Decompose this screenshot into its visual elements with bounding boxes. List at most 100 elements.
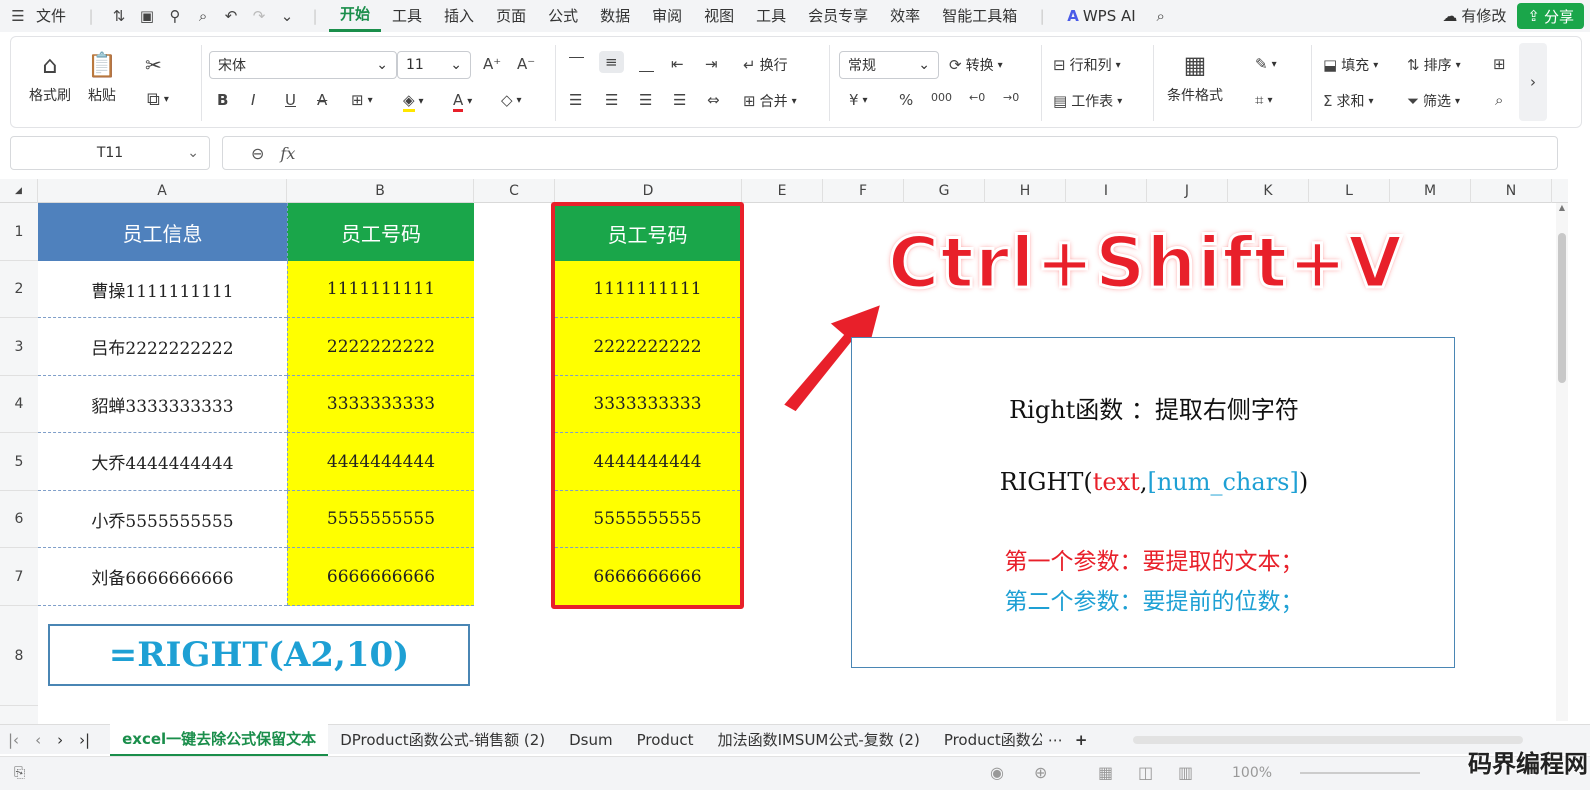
vertical-scroll-thumb[interactable]	[1558, 233, 1566, 383]
tab-home[interactable]: 开始	[329, 0, 382, 32]
align-center-button[interactable]: ☰	[605, 91, 618, 109]
cell-b1[interactable]: 员工号码	[287, 203, 474, 261]
first-sheet-button[interactable]: |‹	[0, 725, 27, 755]
more-sheets-icon[interactable]: ⋯	[1042, 725, 1069, 755]
sort-button[interactable]: ⇅ 排序 ▾	[1407, 55, 1461, 75]
wrap-button[interactable]: ↵ 换行	[743, 55, 788, 75]
search-icon[interactable]: ⌕	[1149, 4, 1173, 28]
page-break-view-icon[interactable]: ▥	[1178, 763, 1193, 782]
sheet-tab[interactable]: Product函数公式	[932, 725, 1042, 755]
zoom-icon[interactable]: ⊖	[251, 144, 264, 163]
zoom-level[interactable]: 100%	[1232, 765, 1272, 781]
more-chevron-icon[interactable]: ⌄	[275, 4, 299, 28]
find-button[interactable]: ⌕	[1495, 91, 1503, 109]
cut-button[interactable]: ✂	[145, 53, 162, 77]
next-sheet-button[interactable]: ›	[49, 725, 71, 755]
last-sheet-button[interactable]: ›|	[71, 725, 98, 755]
sheet-tab[interactable]: Product	[625, 725, 706, 755]
cell-b6[interactable]: 5555555555	[287, 491, 474, 548]
column-header[interactable]: G	[904, 179, 985, 203]
align-top-button[interactable]: ⎺	[569, 55, 584, 73]
cell-a4[interactable]: 貂蝉3333333333	[38, 376, 287, 433]
tab-tools-2[interactable]: 工具	[745, 0, 797, 32]
tab-view[interactable]: 视图	[693, 0, 745, 32]
tab-insert[interactable]: 插入	[433, 0, 485, 32]
align-right-button[interactable]: ☰	[639, 91, 652, 109]
font-color-button[interactable]: A ▾	[453, 91, 472, 112]
cell-d2[interactable]: 1111111111	[555, 261, 740, 318]
share-link-icon[interactable]: ⚲	[163, 4, 187, 28]
fx-icon[interactable]: fx	[280, 144, 295, 163]
preview-icon[interactable]: ⌕	[191, 4, 215, 28]
formula-input[interactable]: ⊖ fx	[222, 136, 1558, 170]
tab-smart-toolbox[interactable]: 智能工具箱	[931, 0, 1028, 32]
row-header[interactable]: 3	[0, 318, 38, 376]
horizontal-scrollbar[interactable]	[1133, 735, 1524, 744]
select-all-corner[interactable]: ◢	[0, 179, 38, 203]
fill-button[interactable]: ⬓ 填充 ▾	[1323, 55, 1378, 75]
cell-a1[interactable]: 员工信息	[38, 203, 287, 261]
cell-d6[interactable]: 5555555555	[555, 491, 740, 548]
row-header[interactable]: 8	[0, 606, 38, 706]
undo-icon[interactable]: ↶	[219, 4, 243, 28]
conditional-format-button[interactable]: ▦ 条件格式	[1167, 51, 1223, 105]
align-bottom-button[interactable]: ⎽	[639, 55, 654, 73]
cell-b4[interactable]: 3333333333	[287, 376, 474, 433]
indent-decrease-button[interactable]: ⇤	[671, 55, 684, 73]
row-header[interactable]: 7	[0, 548, 38, 606]
cell-a6[interactable]: 小乔5555555555	[38, 491, 287, 548]
zoom-slider[interactable]	[1300, 772, 1420, 774]
cell-b2[interactable]: 1111111111	[287, 261, 474, 318]
font-shrink-button[interactable]: A⁻	[517, 55, 535, 73]
clear-button[interactable]: ◇ ▾	[501, 91, 522, 109]
column-header[interactable]: H	[985, 179, 1066, 203]
tab-data[interactable]: 数据	[589, 0, 641, 32]
cell-d1[interactable]: 员工号码	[555, 206, 740, 261]
add-sheet-icon[interactable]: +	[1069, 725, 1094, 755]
percent-button[interactable]: %	[899, 91, 913, 109]
column-header[interactable]: I	[1066, 179, 1147, 203]
strikethrough-button[interactable]: A	[317, 91, 327, 109]
paste-button[interactable]: 📋 粘贴	[87, 51, 117, 105]
increase-decimal-button[interactable]: ←0	[969, 91, 985, 104]
column-header[interactable]: D	[555, 179, 742, 203]
tab-page[interactable]: 页面	[485, 0, 537, 32]
decrease-decimal-button[interactable]: →0	[1003, 91, 1019, 104]
cell-a7[interactable]: 刘备6666666666	[38, 548, 287, 606]
eye-protection-icon[interactable]: ◉	[990, 763, 1004, 782]
convert-button[interactable]: ⟳ 转换 ▾	[949, 55, 1003, 75]
column-header[interactable]: M	[1390, 179, 1471, 203]
prev-sheet-button[interactable]: ‹	[27, 725, 49, 755]
worksheet-button[interactable]: ▤ 工作表 ▾	[1053, 91, 1122, 111]
row-header[interactable]: 6	[0, 491, 38, 548]
filter-button[interactable]: ⏷ 筛选 ▾	[1407, 91, 1460, 111]
column-header[interactable]: C	[474, 179, 555, 203]
column-header[interactable]: J	[1147, 179, 1228, 203]
column-header[interactable]: L	[1309, 179, 1390, 203]
vertical-scrollbar[interactable]: ▲	[1556, 203, 1568, 721]
cell-style-button[interactable]: ✎ ▾	[1255, 55, 1277, 73]
cell-a5[interactable]: 大乔4444444444	[38, 433, 287, 491]
row-header[interactable]: 2	[0, 261, 38, 318]
bold-button[interactable]: B	[217, 91, 228, 109]
font-grow-button[interactable]: A⁺	[483, 55, 501, 73]
wps-ai-button[interactable]: A WPS AI	[1056, 0, 1146, 32]
justify-button[interactable]: ☰	[673, 91, 686, 109]
name-box[interactable]: T11 ⌄	[10, 136, 210, 170]
cell-b3[interactable]: 2222222222	[287, 318, 474, 376]
tab-efficiency[interactable]: 效率	[879, 0, 931, 32]
fill-color-button[interactable]: ◈ ▾	[403, 91, 424, 112]
sheet-tab[interactable]: 加法函数IMSUM公式-复数 (2)	[706, 725, 932, 755]
cell-a2[interactable]: 曹操1111111111	[38, 261, 287, 318]
column-header[interactable]: B	[287, 179, 474, 203]
underline-button[interactable]: U	[285, 91, 296, 109]
macro-icon[interactable]: ⎘	[14, 765, 25, 781]
file-menu[interactable]: 文件	[32, 0, 77, 32]
align-left-button[interactable]: ☰	[569, 91, 582, 109]
rows-cols-button[interactable]: ⊟ 行和列 ▾	[1053, 55, 1121, 75]
tab-member[interactable]: 会员专享	[797, 0, 879, 32]
format-painter-button[interactable]: ⌂ 格式刷	[29, 51, 71, 105]
number-format-select[interactable]: 常规 ⌄	[839, 51, 939, 79]
merge-button[interactable]: ⊞ 合并 ▾	[743, 91, 797, 111]
currency-button[interactable]: ¥ ▾	[849, 91, 868, 109]
